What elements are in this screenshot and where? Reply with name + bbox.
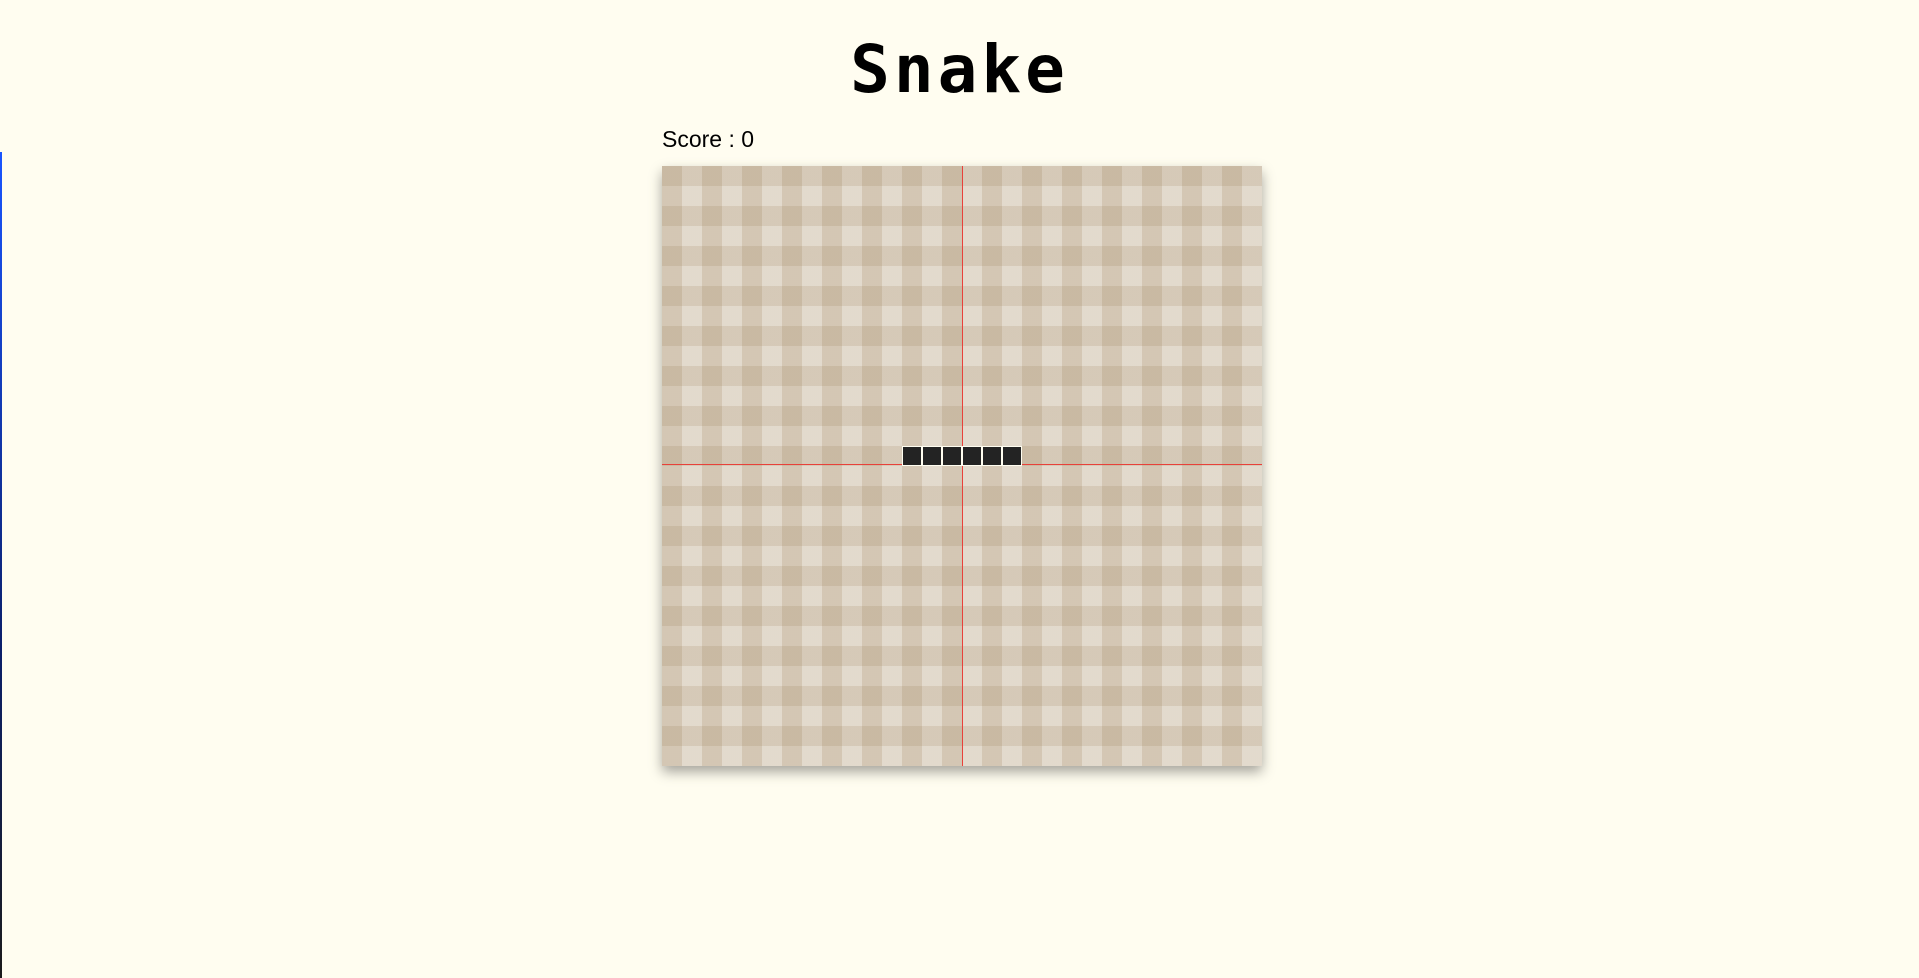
score-display: Score : 0 <box>662 125 754 153</box>
snake-segment <box>962 446 982 466</box>
game-board[interactable] <box>662 166 1262 766</box>
window-edge-accent <box>0 152 2 978</box>
vertical-center-guide <box>962 166 963 766</box>
snake-segment <box>922 446 942 466</box>
page: Snake Score : 0 <box>0 0 1919 978</box>
snake-head <box>1002 446 1022 466</box>
snake-segment <box>982 446 1002 466</box>
snake-segment <box>942 446 962 466</box>
page-title: Snake <box>850 31 1069 108</box>
snake-segment <box>902 446 922 466</box>
score-label: Score : <box>662 126 735 152</box>
score-value: 0 <box>741 126 755 152</box>
